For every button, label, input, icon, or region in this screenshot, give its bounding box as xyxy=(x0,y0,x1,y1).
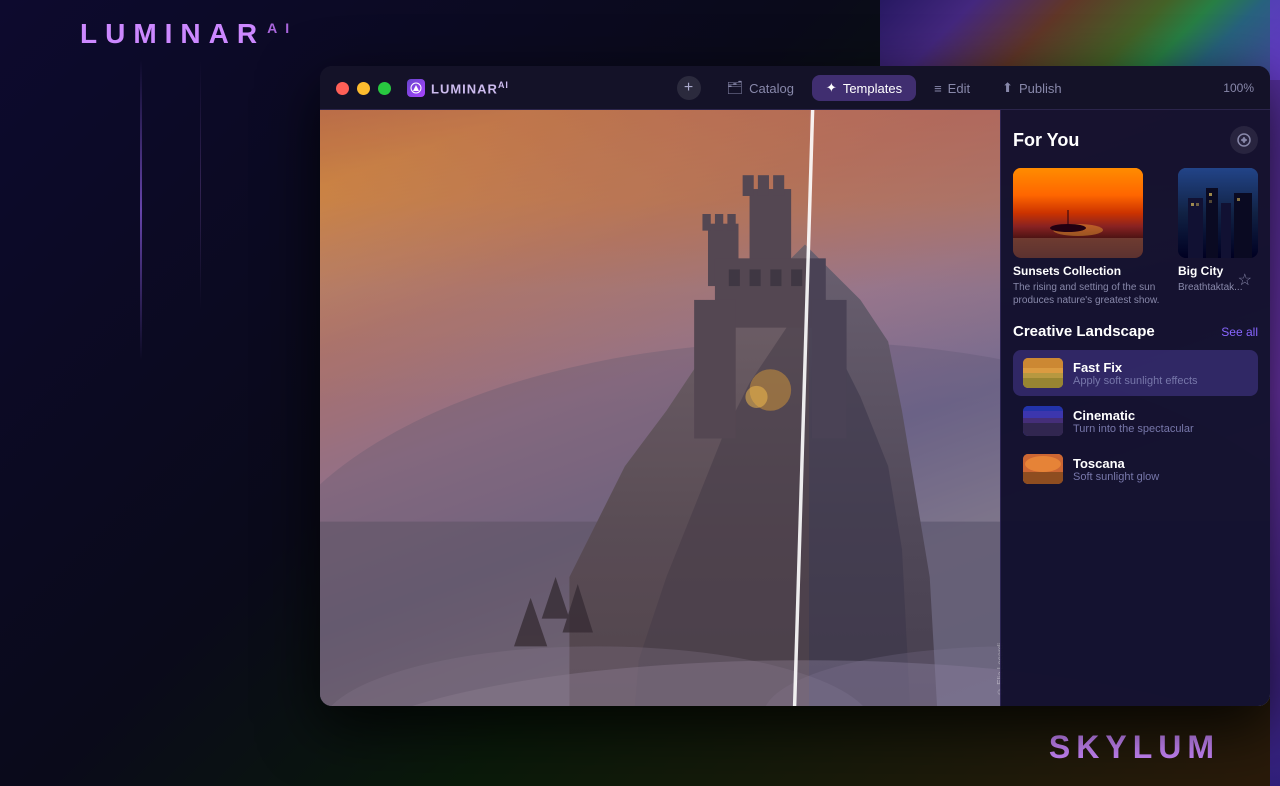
main-window: LUMINARAI + 🗂 Catalog ✦ Templates ≡ Edit… xyxy=(320,66,1270,706)
edit-icon: ≡ xyxy=(934,81,942,96)
catalog-icon: 🗂 xyxy=(727,80,744,96)
creative-landscape-title: Creative Landscape xyxy=(1013,323,1155,340)
tab-edit[interactable]: ≡ Edit xyxy=(920,76,984,101)
logo-text: LUMINARAI xyxy=(80,18,297,50)
cinematic-thumbnail xyxy=(1023,406,1063,436)
template-item-fastfix[interactable]: Fast Fix Apply soft sunlight effects xyxy=(1013,350,1258,396)
adjust-icon-button[interactable] xyxy=(1230,126,1258,154)
title-separator xyxy=(320,109,1270,110)
right-panel: For You xyxy=(1000,110,1270,706)
title-ai-sup: AI xyxy=(498,80,509,90)
template-item-cinematic[interactable]: Cinematic Turn into the spectacular xyxy=(1013,398,1258,444)
fastfix-info: Fast Fix Apply soft sunlight effects xyxy=(1073,360,1248,387)
right-gradient xyxy=(1270,0,1280,786)
skylum-logo: SKYLUM xyxy=(1049,729,1220,766)
toscana-desc: Soft sunlight glow xyxy=(1073,471,1248,483)
sunsets-card-desc: The rising and setting of the sun produc… xyxy=(1013,281,1168,307)
tab-publish[interactable]: ⬆ Publish xyxy=(988,75,1076,101)
toscana-thumbnail xyxy=(1023,454,1063,484)
fastfix-thumbnail xyxy=(1023,358,1063,388)
window-minimize-button[interactable] xyxy=(357,82,370,95)
template-cards-row: Sunsets Collection The rising and settin… xyxy=(1013,168,1258,307)
toscana-info: Toscana Soft sunlight glow xyxy=(1073,456,1248,483)
title-bar: LUMINARAI + 🗂 Catalog ✦ Templates ≡ Edit… xyxy=(320,66,1270,110)
zoom-level: 100% xyxy=(1223,81,1254,95)
nav-tabs: + 🗂 Catalog ✦ Templates ≡ Edit ⬆ Publish xyxy=(529,75,1223,101)
see-all-button[interactable]: See all xyxy=(1221,325,1258,339)
tab-catalog[interactable]: 🗂 Catalog xyxy=(713,75,808,101)
fastfix-name: Fast Fix xyxy=(1073,360,1248,375)
tab-publish-label: Publish xyxy=(1019,81,1062,96)
city-card-image xyxy=(1178,168,1258,258)
tab-templates[interactable]: ✦ Templates xyxy=(812,75,916,101)
sunsets-card-title: Sunsets Collection xyxy=(1013,264,1168,278)
add-button[interactable]: + xyxy=(677,76,701,100)
template-item-toscana[interactable]: Toscana Soft sunlight glow xyxy=(1013,446,1258,492)
decorative-lines xyxy=(0,60,320,460)
cinematic-desc: Turn into the spectacular xyxy=(1073,423,1248,435)
app-logo: LUMINARAI xyxy=(80,18,297,50)
template-list: Fast Fix Apply soft sunlight effects Cin… xyxy=(1013,350,1258,492)
title-app-name: LUMINARAI xyxy=(431,80,509,96)
tab-catalog-label: Catalog xyxy=(749,81,794,96)
toscana-name: Toscana xyxy=(1073,456,1248,471)
fastfix-desc: Apply soft sunlight effects xyxy=(1073,375,1248,387)
creative-landscape-header: Creative Landscape See all xyxy=(1013,323,1258,340)
tab-edit-label: Edit xyxy=(948,81,970,96)
templates-icon: ✦ xyxy=(826,80,837,96)
star-button[interactable]: ☆ xyxy=(1238,270,1252,290)
for-you-title: For You xyxy=(1013,130,1079,151)
card-bigcity[interactable]: ☆ Big City Breathtaktak... xyxy=(1178,168,1258,307)
window-maximize-button[interactable] xyxy=(378,82,391,95)
for-you-header: For You xyxy=(1013,126,1258,154)
window-close-button[interactable] xyxy=(336,82,349,95)
window-controls xyxy=(336,82,391,95)
publish-icon: ⬆ xyxy=(1002,80,1013,96)
cinematic-name: Cinematic xyxy=(1073,408,1248,423)
logo-ai: AI xyxy=(267,20,297,36)
title-app-icon xyxy=(407,79,425,97)
cinematic-info: Cinematic Turn into the spectacular xyxy=(1073,408,1248,435)
sunsets-card-image xyxy=(1013,168,1143,258)
tab-templates-label: Templates xyxy=(843,81,902,96)
card-sunsets[interactable]: Sunsets Collection The rising and settin… xyxy=(1013,168,1168,307)
